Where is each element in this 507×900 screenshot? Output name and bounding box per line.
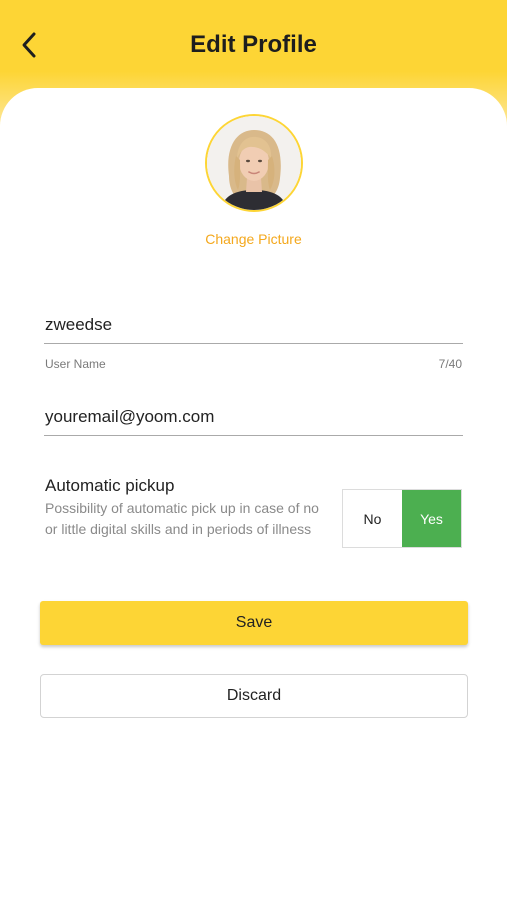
toggle-option-yes[interactable]: Yes: [402, 490, 461, 547]
username-helper-label: User Name: [45, 357, 106, 371]
page-title: Edit Profile: [190, 31, 317, 58]
profile-avatar[interactable]: [205, 114, 303, 212]
toggle-option-no[interactable]: No: [343, 490, 402, 547]
save-button[interactable]: Save: [40, 601, 468, 645]
change-picture-link[interactable]: Change Picture: [0, 231, 507, 247]
username-input[interactable]: [44, 306, 463, 344]
username-char-counter: 7/40: [438, 357, 462, 371]
discard-button[interactable]: Discard: [40, 674, 468, 718]
automatic-pickup-description: Possibility of automatic pick up in case…: [45, 500, 319, 537]
email-input[interactable]: [44, 398, 463, 436]
profile-photo: [207, 116, 301, 210]
automatic-pickup-title: Automatic pickup: [45, 476, 175, 495]
automatic-pickup-toggle: No Yes: [342, 489, 462, 548]
